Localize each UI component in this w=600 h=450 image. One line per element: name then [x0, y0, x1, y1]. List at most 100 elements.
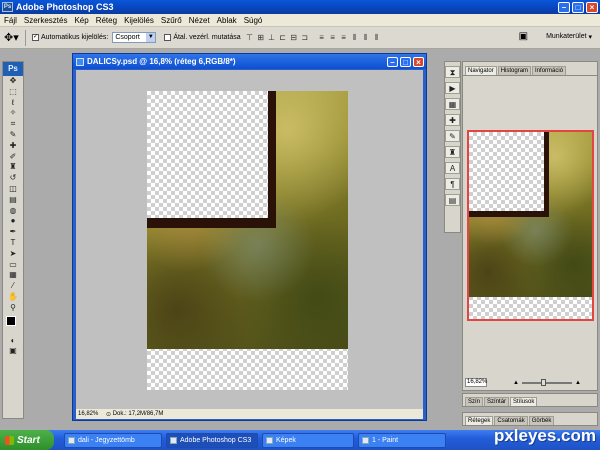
task-paint[interactable]: 1 - Paint: [358, 432, 446, 448]
pen-tool-icon[interactable]: ✒: [3, 227, 23, 238]
distribute-left-icon[interactable]: ⦀: [350, 33, 360, 43]
type-tool-icon[interactable]: T: [3, 238, 23, 249]
close-button[interactable]: ×: [586, 1, 598, 13]
distribute-right-icon[interactable]: ⦀: [372, 33, 382, 43]
lasso-tool-icon[interactable]: ℓ: [3, 98, 23, 109]
menu-filter[interactable]: Szűrő: [161, 16, 182, 25]
tab-swatches[interactable]: Színtár: [484, 397, 510, 406]
auto-select-option[interactable]: ✓ Automatikus kijelölés:: [32, 34, 108, 41]
distribute-top-icon[interactable]: ≡: [317, 33, 327, 43]
eraser-tool-icon[interactable]: ◫: [3, 184, 23, 195]
notes-tool-icon[interactable]: ▦: [3, 270, 23, 281]
show-transform-checkbox[interactable]: [164, 34, 172, 41]
tab-info[interactable]: Információ: [532, 66, 567, 75]
tab-channels[interactable]: Csatornák: [494, 416, 528, 425]
clone-stamp-icon[interactable]: ♜: [3, 162, 23, 173]
task-photoshop[interactable]: Adobe Photoshop CS3: [166, 432, 258, 448]
path-select-icon[interactable]: ➤: [3, 249, 23, 260]
gradient-tool-icon[interactable]: ▤: [3, 195, 23, 206]
hand-tool-icon[interactable]: ✋: [3, 292, 23, 303]
task-pictures[interactable]: Képek: [262, 432, 354, 448]
distribute-hcenter-icon[interactable]: ⦀: [361, 33, 371, 43]
layer-comps-icon[interactable]: ▤: [445, 194, 460, 206]
zoom-slider[interactable]: [521, 378, 572, 386]
menu-layer[interactable]: Réteg: [96, 16, 117, 25]
tab-styles[interactable]: Stílusok: [510, 397, 538, 406]
auto-select-dropdown[interactable]: Csoport ▼: [112, 32, 157, 43]
tab-navigator[interactable]: Navigator: [465, 66, 497, 75]
zoom-in-icon[interactable]: ▲: [575, 380, 581, 386]
notepad-icon: [68, 436, 75, 444]
align-hcenter-icon[interactable]: ⊟: [289, 33, 299, 43]
paragraph-panel-icon[interactable]: ¶: [445, 178, 460, 190]
slice-tool-icon[interactable]: ✎: [3, 130, 23, 141]
brushes-panel-icon[interactable]: ✎: [445, 130, 460, 142]
blur-tool-icon[interactable]: ◍: [3, 206, 23, 217]
distribute-vcenter-icon[interactable]: ≡: [328, 33, 338, 43]
foreground-color-swatch[interactable]: [6, 315, 16, 326]
eyedropper-tool-icon[interactable]: ⁄: [3, 281, 23, 292]
crop-tool-icon[interactable]: ⌗: [3, 119, 23, 130]
dodge-tool-icon[interactable]: ●: [3, 216, 23, 227]
navigator-panel: Navigator Histogram Információ 16,82% ▲ …: [462, 61, 598, 391]
auto-select-checkbox[interactable]: ✓: [32, 34, 39, 41]
marquee-tool-icon[interactable]: ⬚: [3, 87, 23, 98]
tab-histogram[interactable]: Histogram: [497, 66, 532, 75]
zoom-slider-knob[interactable]: [540, 378, 546, 386]
doc-close-button[interactable]: ×: [413, 56, 424, 67]
zoom-out-icon[interactable]: ▲: [513, 380, 519, 386]
navigator-preview[interactable]: [467, 130, 594, 321]
menu-window[interactable]: Ablak: [217, 16, 237, 25]
swatches-panel-icon[interactable]: ▦: [445, 98, 460, 110]
history-brush-icon[interactable]: ↺: [3, 173, 23, 184]
shape-tool-icon[interactable]: ▭: [3, 260, 23, 271]
document-title-bar[interactable]: DALICSy.psd @ 16,8% (réteg 6,RGB/8*) – □…: [73, 54, 426, 69]
screen-mode-icon[interactable]: ▣: [3, 346, 23, 357]
align-vcenter-icon[interactable]: ⊞: [256, 33, 266, 43]
show-transform-option[interactable]: Átal. vezérl. mutatása: [164, 34, 241, 41]
align-top-icon[interactable]: ⊤: [245, 33, 255, 43]
tab-color[interactable]: Szín: [465, 397, 484, 406]
artboard[interactable]: [147, 91, 348, 390]
doc-info-icon[interactable]: ⊙: [106, 411, 113, 418]
task-paint-label: 1 - Paint: [372, 436, 399, 444]
brush-tool-icon[interactable]: ✐: [3, 152, 23, 163]
doc-maximize-button[interactable]: □: [400, 56, 411, 67]
quick-mask-icon[interactable]: ◐: [3, 336, 23, 347]
distribute-bottom-icon[interactable]: ≡: [339, 33, 349, 43]
menu-view[interactable]: Nézet: [189, 16, 210, 25]
magic-wand-tool-icon[interactable]: ✧: [3, 108, 23, 119]
menu-help[interactable]: Súgó: [244, 16, 263, 25]
zoom-level[interactable]: 16,82%: [78, 411, 106, 417]
doc-minimize-button[interactable]: –: [387, 56, 398, 67]
bridge-icon[interactable]: ▣: [519, 31, 528, 42]
menu-image[interactable]: Kép: [74, 16, 88, 25]
workspace-menu[interactable]: ▣ Munkaterület ▾: [519, 31, 592, 42]
workspace-label: Munkaterület: [546, 33, 587, 40]
menu-select[interactable]: Kijelölés: [124, 16, 154, 25]
move-tool-icon[interactable]: ✥▾: [4, 29, 26, 46]
align-bottom-icon[interactable]: ⊥: [267, 33, 277, 43]
clone-source-icon[interactable]: ♜: [445, 146, 460, 158]
menu-file[interactable]: Fájl: [4, 16, 17, 25]
history-panel-icon[interactable]: ⧗: [445, 66, 460, 78]
align-right-icon[interactable]: ⊐: [300, 33, 310, 43]
move-tool-icon[interactable]: ✥: [3, 76, 23, 87]
task-notepad[interactable]: dali - Jegyzettömb: [64, 432, 162, 448]
photoshop-logo-icon: Ps: [2, 2, 13, 12]
actions-panel-icon[interactable]: ▶: [445, 82, 460, 94]
start-button[interactable]: Start: [0, 430, 54, 450]
navigator-zoom-input[interactable]: 16,82%: [465, 378, 487, 387]
zoom-tool-icon[interactable]: ⚲: [3, 303, 23, 314]
document-canvas[interactable]: [76, 70, 423, 411]
tab-paths[interactable]: Görbék: [528, 416, 555, 425]
tool-presets-icon[interactable]: ✚: [445, 114, 460, 126]
minimize-button[interactable]: –: [558, 1, 570, 13]
healing-brush-icon[interactable]: ✚: [3, 141, 23, 152]
menu-edit[interactable]: Szerkesztés: [24, 16, 68, 25]
color-swatches[interactable]: [3, 314, 23, 336]
align-left-icon[interactable]: ⊏: [278, 33, 288, 43]
character-panel-icon[interactable]: A: [445, 162, 460, 174]
tab-layers[interactable]: Rétegek: [465, 416, 494, 425]
maximize-button[interactable]: □: [572, 1, 584, 13]
